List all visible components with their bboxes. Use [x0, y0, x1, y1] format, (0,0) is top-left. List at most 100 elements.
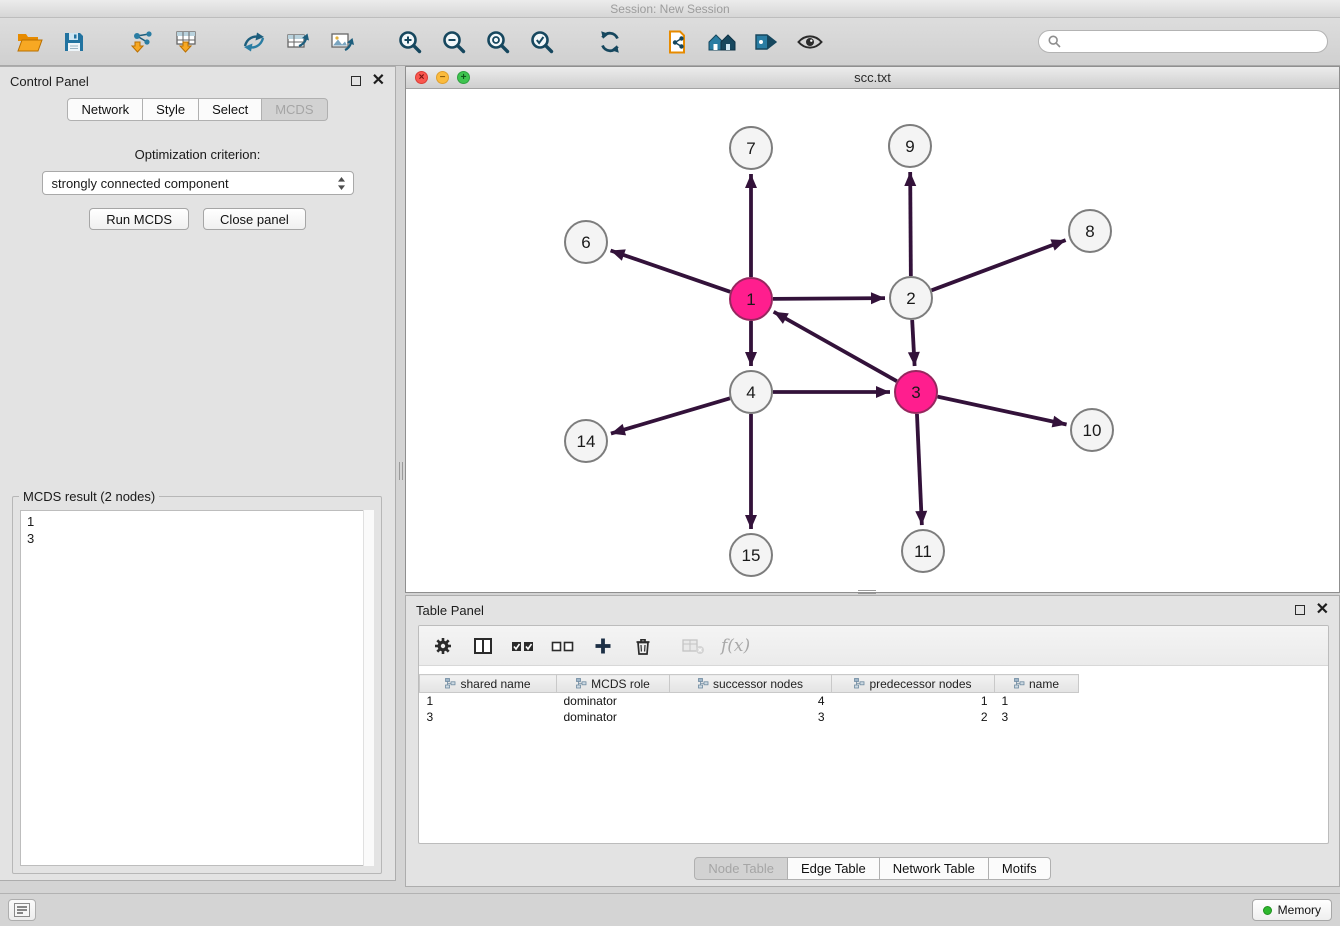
graph-node-9[interactable]: 9	[889, 125, 931, 167]
add-button[interactable]	[591, 634, 615, 658]
cell-successor-nodes[interactable]: 3	[670, 709, 832, 725]
result-item[interactable]: 1	[21, 513, 373, 530]
zoom-out-button[interactable]	[436, 24, 472, 60]
cell-shared-name[interactable]: 3	[420, 709, 557, 725]
graph-node-7[interactable]: 7	[730, 127, 772, 169]
cell-successor-nodes[interactable]: 4	[670, 693, 832, 709]
graph-node-label: 14	[577, 432, 596, 451]
cell-MCDS-role[interactable]: dominator	[557, 709, 670, 725]
cell-predecessor-nodes[interactable]: 2	[832, 709, 995, 725]
tab-mcds[interactable]: MCDS	[262, 98, 327, 121]
function-icon: f(x)	[721, 636, 750, 656]
deselect-all-button[interactable]	[551, 634, 575, 658]
export-image-button[interactable]	[324, 24, 360, 60]
criterion-dropdown-value: strongly connected component	[52, 176, 229, 191]
close-table-panel-icon[interactable]: ✕	[1316, 605, 1329, 615]
open-button[interactable]	[12, 24, 48, 60]
close-window-icon[interactable]: ×	[415, 71, 428, 84]
run-mcds-button[interactable]: Run MCDS	[89, 208, 189, 230]
graph-edge-2-3[interactable]	[912, 320, 914, 366]
graph-node-15[interactable]: 15	[730, 534, 772, 576]
tab-network-table[interactable]: Network Table	[880, 857, 989, 880]
criterion-dropdown[interactable]: strongly connected component	[42, 171, 354, 195]
gear-button[interactable]	[431, 634, 455, 658]
style-button[interactable]	[748, 24, 784, 60]
graph-node-3[interactable]: 3	[895, 371, 937, 413]
float-table-panel-icon[interactable]	[1295, 605, 1305, 615]
table-panel-title: Table Panel	[416, 603, 484, 618]
tab-select[interactable]: Select	[199, 98, 262, 121]
zoom-window-icon[interactable]: +	[457, 71, 470, 84]
close-panel-icon[interactable]: ✕	[372, 76, 385, 86]
result-scrollbar[interactable]	[363, 510, 374, 866]
graph-node-1[interactable]: 1	[730, 278, 772, 320]
toolbar-separator	[368, 41, 384, 42]
select-all-icon	[511, 636, 535, 656]
graph-node-10[interactable]: 10	[1071, 409, 1113, 451]
tab-motifs[interactable]: Motifs	[989, 857, 1051, 880]
toggle-panels-button[interactable]	[8, 899, 36, 921]
graph-node-4[interactable]: 4	[730, 371, 772, 413]
result-item[interactable]: 3	[21, 530, 373, 547]
eye-button[interactable]	[792, 24, 828, 60]
panel-splitter-vertical[interactable]	[397, 462, 404, 480]
zoom-selected-button[interactable]	[524, 24, 560, 60]
zoom-out-icon	[441, 29, 467, 55]
trash-button[interactable]	[631, 634, 655, 658]
tab-network[interactable]: Network	[67, 98, 143, 121]
search-box[interactable]	[1038, 30, 1328, 53]
tab-style[interactable]: Style	[143, 98, 199, 121]
columns-button[interactable]	[471, 634, 495, 658]
import-network-button[interactable]	[124, 24, 160, 60]
column-header-successor-nodes[interactable]: successor nodes	[670, 675, 832, 693]
export-table-button[interactable]	[280, 24, 316, 60]
control-panel: Control Panel ✕ NetworkStyleSelectMCDS O…	[0, 66, 396, 881]
column-header-MCDS-role[interactable]: MCDS role	[557, 675, 670, 693]
layout-refresh-button[interactable]	[592, 24, 628, 60]
close-panel-button[interactable]: Close panel	[203, 208, 306, 230]
graph-node-label: 8	[1085, 222, 1094, 241]
panels-list-icon	[14, 903, 30, 917]
graph-edge-3-10[interactable]	[938, 397, 1067, 425]
memory-button[interactable]: Memory	[1252, 899, 1332, 921]
graph-edge-1-2[interactable]	[773, 298, 885, 299]
graph-edge-4-14[interactable]	[611, 398, 730, 433]
graph-edge-2-8[interactable]	[932, 240, 1066, 290]
ndex-button[interactable]	[660, 24, 696, 60]
graph-node-2[interactable]: 2	[890, 277, 932, 319]
search-input[interactable]	[1066, 35, 1318, 49]
zoom-fit-button[interactable]	[480, 24, 516, 60]
graph-edge-3-1[interactable]	[774, 312, 897, 381]
graph-edge-3-11[interactable]	[917, 414, 922, 525]
cell-name[interactable]: 1	[995, 693, 1079, 709]
column-header-predecessor-nodes[interactable]: predecessor nodes	[832, 675, 995, 693]
graph-edge-1-6[interactable]	[611, 250, 731, 291]
home-button[interactable]	[704, 24, 740, 60]
cell-shared-name[interactable]: 1	[420, 693, 557, 709]
select-all-button[interactable]	[511, 634, 535, 658]
minimize-window-icon[interactable]: −	[436, 71, 449, 84]
save-button[interactable]	[56, 24, 92, 60]
graph-node-6[interactable]: 6	[565, 221, 607, 263]
zoom-in-button[interactable]	[392, 24, 428, 60]
graph-node-8[interactable]: 8	[1069, 210, 1111, 252]
network-canvas[interactable]: 7 9 6 8 1 2 4 3 14 10 15 11	[406, 90, 1339, 592]
column-header-name[interactable]: name	[995, 675, 1079, 693]
graph-node-11[interactable]: 11	[902, 530, 944, 572]
cell-predecessor-nodes[interactable]: 1	[832, 693, 995, 709]
graph-edge-2-9[interactable]	[910, 172, 911, 276]
table-panel-tabs: Node TableEdge TableNetwork TableMotifs	[406, 857, 1339, 880]
import-table-button[interactable]	[168, 24, 204, 60]
tab-node-table[interactable]: Node Table	[694, 857, 788, 880]
column-header-shared-name[interactable]: shared name	[420, 675, 557, 693]
table-row[interactable]: 3dominator323	[420, 709, 1329, 725]
cell-name[interactable]: 3	[995, 709, 1079, 725]
table-row[interactable]: 1dominator411	[420, 693, 1329, 709]
tab-edge-table[interactable]: Edge Table	[788, 857, 880, 880]
cell-MCDS-role[interactable]: dominator	[557, 693, 670, 709]
export-network-button[interactable]	[236, 24, 272, 60]
float-panel-icon[interactable]	[351, 76, 361, 86]
column-label: name	[1029, 677, 1059, 691]
panel-splitter-horizontal[interactable]	[858, 589, 876, 594]
graph-node-14[interactable]: 14	[565, 420, 607, 462]
